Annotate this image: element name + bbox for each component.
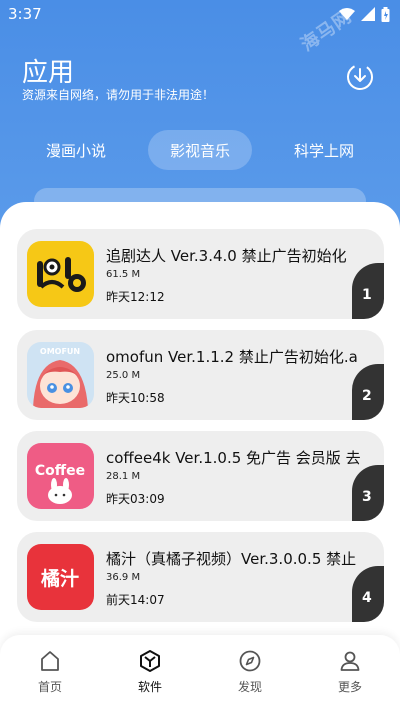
app-title: 橘汁（真橘子视频）Ver.3.0.0.5 禁止 — [106, 550, 357, 568]
omofun-logo-text: OMOFUN — [40, 347, 80, 356]
app-size: 36.9 M — [106, 572, 141, 583]
coffee-logo-text: Coffee — [35, 463, 85, 479]
nav-discover[interactable]: 发现 — [215, 649, 285, 695]
tab-vpn[interactable]: 科学上网 — [272, 130, 376, 170]
omofun-icon: OMOFUN — [27, 342, 94, 408]
page-subtitle: 资源来自网络，请勿用于非法用途！ — [22, 88, 215, 102]
app-date: 昨天10:58 — [106, 391, 165, 405]
app-card[interactable]: OMOFUN omofun Ver.1.1.2 禁止广告初始化.a 25.0 M… — [17, 330, 384, 420]
app-date: 昨天12:12 — [106, 290, 165, 304]
rank-badge: 1 — [352, 263, 384, 319]
app-size: 25.0 M — [106, 370, 141, 381]
coffee4k-icon: Coffee — [27, 443, 94, 509]
status-icons — [339, 6, 390, 22]
nav-discover-label: 发现 — [237, 680, 262, 694]
app-title: 追剧达人 Ver.3.4.0 禁止广告初始化 — [106, 247, 347, 265]
status-time: 3:37 — [8, 5, 42, 23]
nav-software-label: 软件 — [137, 680, 162, 694]
app-card[interactable]: 橘汁 橘汁（真橘子视频）Ver.3.0.0.5 禁止 36.9 M 前天14:0… — [17, 532, 384, 622]
app-size: 28.1 M — [106, 471, 141, 482]
juzhi-icon: 橘汁 — [27, 544, 94, 610]
compass-icon — [239, 650, 261, 672]
person-icon — [340, 651, 360, 671]
tab-video-music[interactable]: 影视音乐 — [147, 130, 252, 170]
battery-icon — [381, 6, 390, 22]
category-tabs: 漫画小说 影视音乐 科学上网 — [24, 130, 376, 170]
juzhi-logo-text: 橘汁 — [40, 567, 79, 590]
rank-badge: 2 — [352, 364, 384, 420]
rank-badge: 4 — [352, 566, 384, 622]
nav-home[interactable]: 首页 — [15, 649, 85, 695]
app-card[interactable]: 追剧达人 Ver.3.4.0 禁止广告初始化 61.5 M 昨天12:12 1 — [17, 229, 384, 319]
rank-badge: 3 — [352, 465, 384, 521]
app-date: 昨天03:09 — [106, 492, 165, 506]
app-list: 追剧达人 Ver.3.4.0 禁止广告初始化 61.5 M 昨天12:12 1 … — [17, 229, 384, 633]
app-card[interactable]: Coffee coffee4k Ver.1.0.5 免广告 会员版 去 28.1… — [17, 431, 384, 521]
download-icon — [347, 64, 373, 90]
signal-icon — [361, 7, 375, 21]
app-title: omofun Ver.1.1.2 禁止广告初始化.a — [106, 348, 358, 366]
download-button[interactable] — [345, 62, 375, 92]
page-title: 应用 — [22, 58, 75, 88]
wifi-icon — [339, 8, 355, 20]
nav-more-label: 更多 — [337, 680, 362, 694]
nav-software[interactable]: 软件 — [115, 649, 185, 695]
home-icon — [41, 651, 59, 671]
nav-home-label: 首页 — [37, 680, 62, 694]
app-size: 61.5 M — [106, 269, 141, 280]
box-icon — [140, 650, 160, 672]
app-date: 前天14:07 — [106, 593, 165, 607]
zhuiju-icon — [27, 241, 94, 307]
bottom-navigation: 首页 软件 发现 更多 — [0, 635, 400, 711]
status-bar: 3:37 — [0, 0, 400, 28]
tab-comics-novels[interactable]: 漫画小说 — [24, 130, 128, 170]
nav-more[interactable]: 更多 — [315, 649, 385, 695]
app-title: coffee4k Ver.1.0.5 免广告 会员版 去 — [106, 449, 361, 467]
